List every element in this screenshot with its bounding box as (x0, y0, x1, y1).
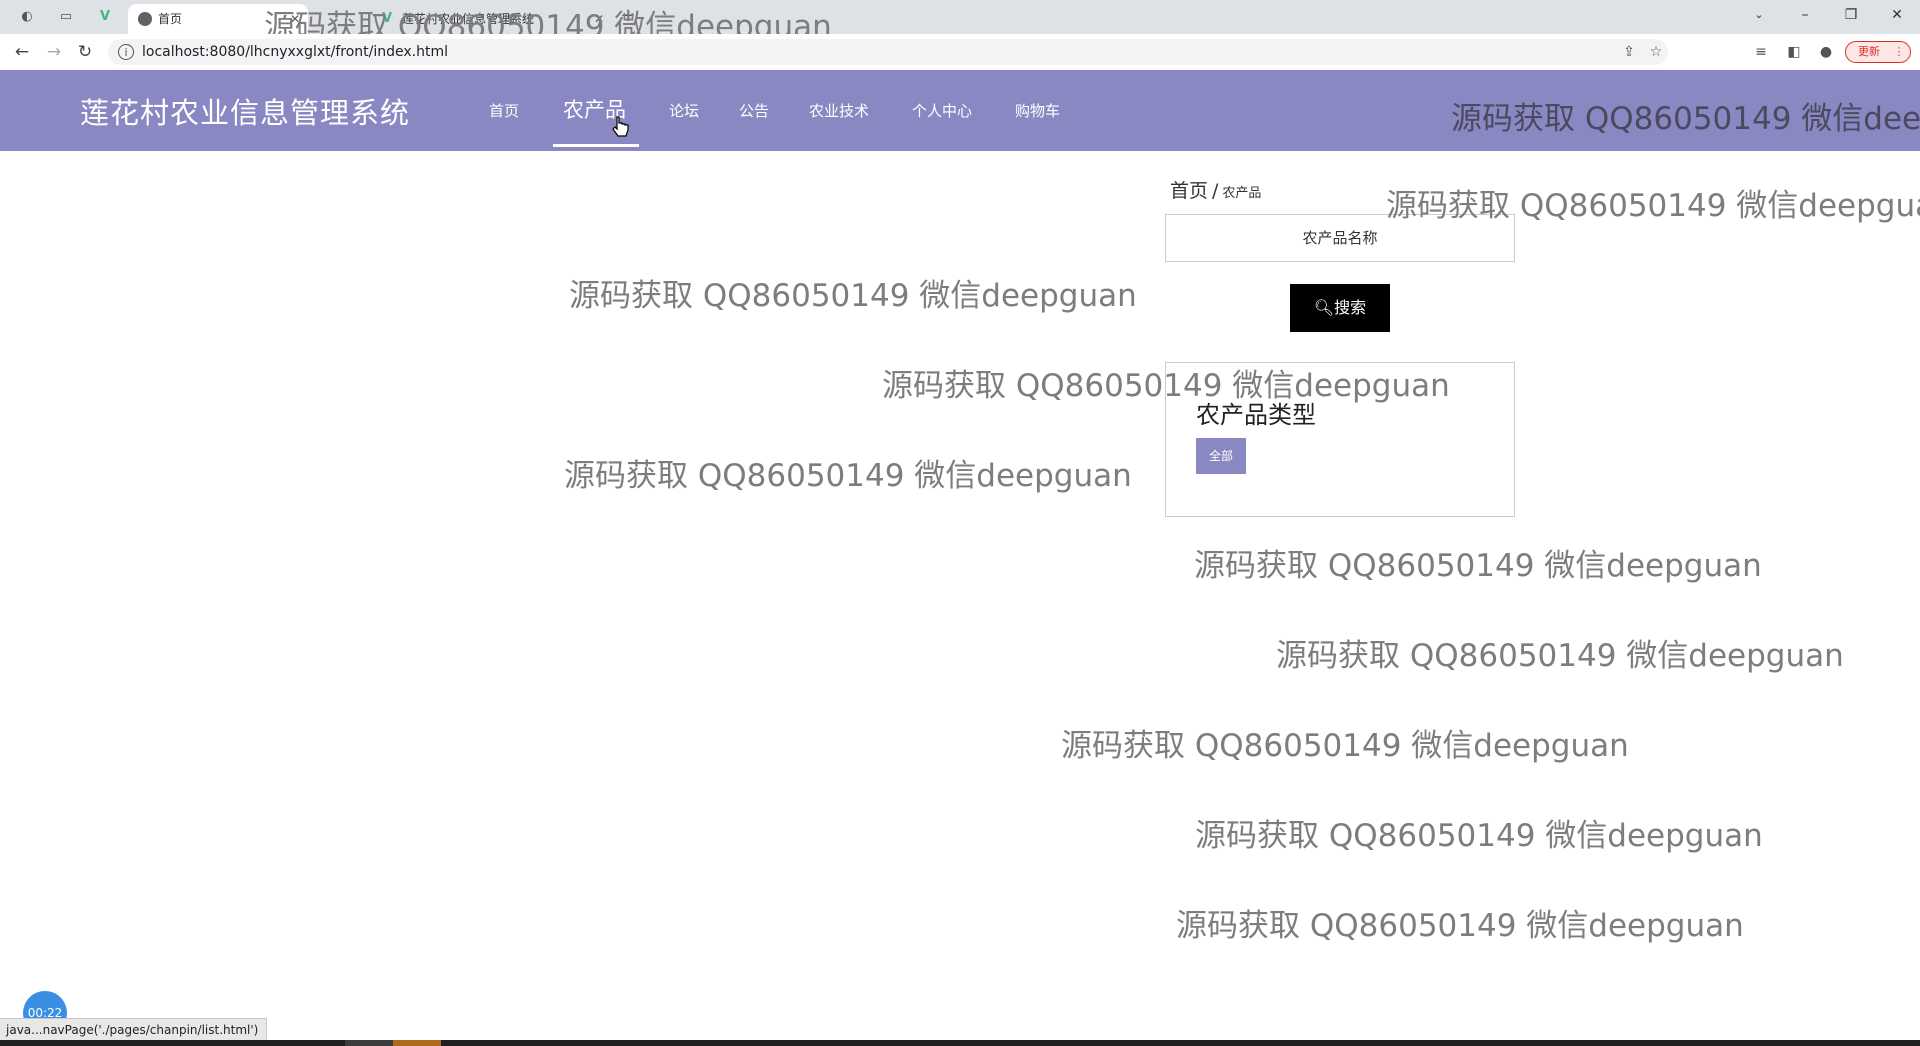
status-bar-url: java...navPage('./pages/chanpin/list.htm… (0, 1018, 268, 1042)
info-icon[interactable]: i (118, 44, 134, 60)
hand-cursor-icon (612, 116, 629, 137)
back-icon[interactable]: ← (10, 40, 34, 64)
taskbar-item (345, 1040, 393, 1046)
nav-item-notice[interactable]: 公告 (739, 100, 769, 121)
breadcrumb-current: 农产品 (1222, 186, 1262, 201)
product-category-panel: 农产品类型 全部 (1165, 362, 1515, 517)
search-button-label: 搜索 (1334, 298, 1367, 317)
url-text[interactable]: localhost:8080/lhcnyxxglxt/front/index.h… (142, 39, 448, 65)
site-title: 莲花村农业信息管理系统 (80, 96, 411, 130)
forward-icon[interactable]: → (42, 40, 66, 64)
watermark: 源码获取 QQ86050149 微信deepguan (1176, 908, 1744, 944)
watermark: 源码获取 QQ86050149 微信deepguan (1194, 548, 1762, 584)
new-tab-button[interactable]: + (618, 6, 638, 26)
nav-item-cart[interactable]: 购物车 (1015, 100, 1060, 121)
close-icon[interactable]: ✕ (594, 4, 604, 34)
side-panel-icon[interactable]: ◧ (1784, 42, 1804, 62)
url-field[interactable]: i localhost:8080/lhcnyxxglxt/front/index… (108, 39, 1668, 65)
breadcrumb-home[interactable]: 首页 (1170, 180, 1208, 202)
kebab-menu-icon: ⋮ (1893, 45, 1905, 58)
watermark: 源码获取 QQ86050149 微信deepguan (1451, 101, 1920, 137)
taskbar-item-active (393, 1040, 441, 1046)
close-window-button[interactable]: ✕ (1874, 0, 1920, 30)
star-icon[interactable]: ☆ (1646, 42, 1666, 62)
share-icon[interactable]: ⇪ (1619, 42, 1639, 62)
category-title: 农产品类型 (1196, 401, 1316, 429)
watermark: 源码获取 QQ86050149 微信deepguan (1195, 818, 1763, 854)
tab-home-label: 首页 (158, 12, 183, 26)
breadcrumb: 首页 / 农产品 (1170, 176, 1261, 203)
search-button[interactable]: 🔍︎搜索 (1290, 284, 1390, 332)
watermark: 源码获取 QQ86050149 微信deepguan (564, 458, 1132, 494)
tab-system[interactable]: V 莲花村农业信息管理系统 ✕ (372, 4, 612, 34)
taskbar-strip (0, 1040, 1920, 1046)
restore-button[interactable]: ❐ (1828, 0, 1874, 30)
nav-item-personal-center[interactable]: 个人中心 (912, 100, 972, 121)
browser-tab-bar: ◐ ▭ V 首页 ✕ V 莲花村农业信息管理系统 ✕ + 源码获取 QQ8605… (0, 0, 1920, 45)
update-button[interactable]: 更新 ⋮ (1845, 41, 1911, 63)
nav-item-agri-tech[interactable]: 农业技术 (809, 100, 869, 121)
profile-icon[interactable]: ● (1816, 42, 1836, 62)
update-label: 更新 (1858, 45, 1880, 58)
search-icon: 🔍︎ (1313, 298, 1335, 317)
product-name-search-input[interactable] (1165, 214, 1515, 262)
site-nav-bar: 莲花村农业信息管理系统 首页 农产品 论坛 公告 农业技术 个人中心 购物车 源… (0, 70, 1920, 151)
watermark: 源码获取 QQ86050149 微信deepguan (1061, 728, 1629, 764)
breadcrumb-separator: / (1212, 180, 1219, 202)
vue-icon: V (382, 11, 393, 26)
tab-system-label: 莲花村农业信息管理系统 (402, 12, 535, 26)
address-bar: ← → ↻ i localhost:8080/lhcnyxxglxt/front… (0, 34, 1920, 71)
watermark: 源码获取 QQ86050149 微信deepguan (569, 278, 1137, 314)
active-nav-underline (553, 144, 639, 147)
globe-icon (138, 12, 152, 26)
minimize-button[interactable]: – (1782, 0, 1828, 30)
tab-list-icon[interactable]: ⌄ (1736, 0, 1782, 30)
reading-list-icon[interactable]: ≡ (1751, 42, 1771, 62)
tab-search-icon[interactable]: ◐ (17, 7, 37, 27)
tab-blank-icon[interactable]: ▭ (56, 7, 76, 27)
reload-icon[interactable]: ↻ (73, 40, 97, 64)
vue-devtools-icon[interactable]: V (95, 7, 115, 27)
tab-home[interactable]: 首页 ✕ (128, 4, 308, 34)
nav-item-home[interactable]: 首页 (489, 100, 519, 121)
category-chip-all[interactable]: 全部 (1196, 438, 1246, 474)
nav-item-forum[interactable]: 论坛 (669, 100, 699, 121)
close-icon[interactable]: ✕ (290, 4, 300, 34)
watermark: 源码获取 QQ86050149 微信deepguan (1276, 638, 1844, 674)
